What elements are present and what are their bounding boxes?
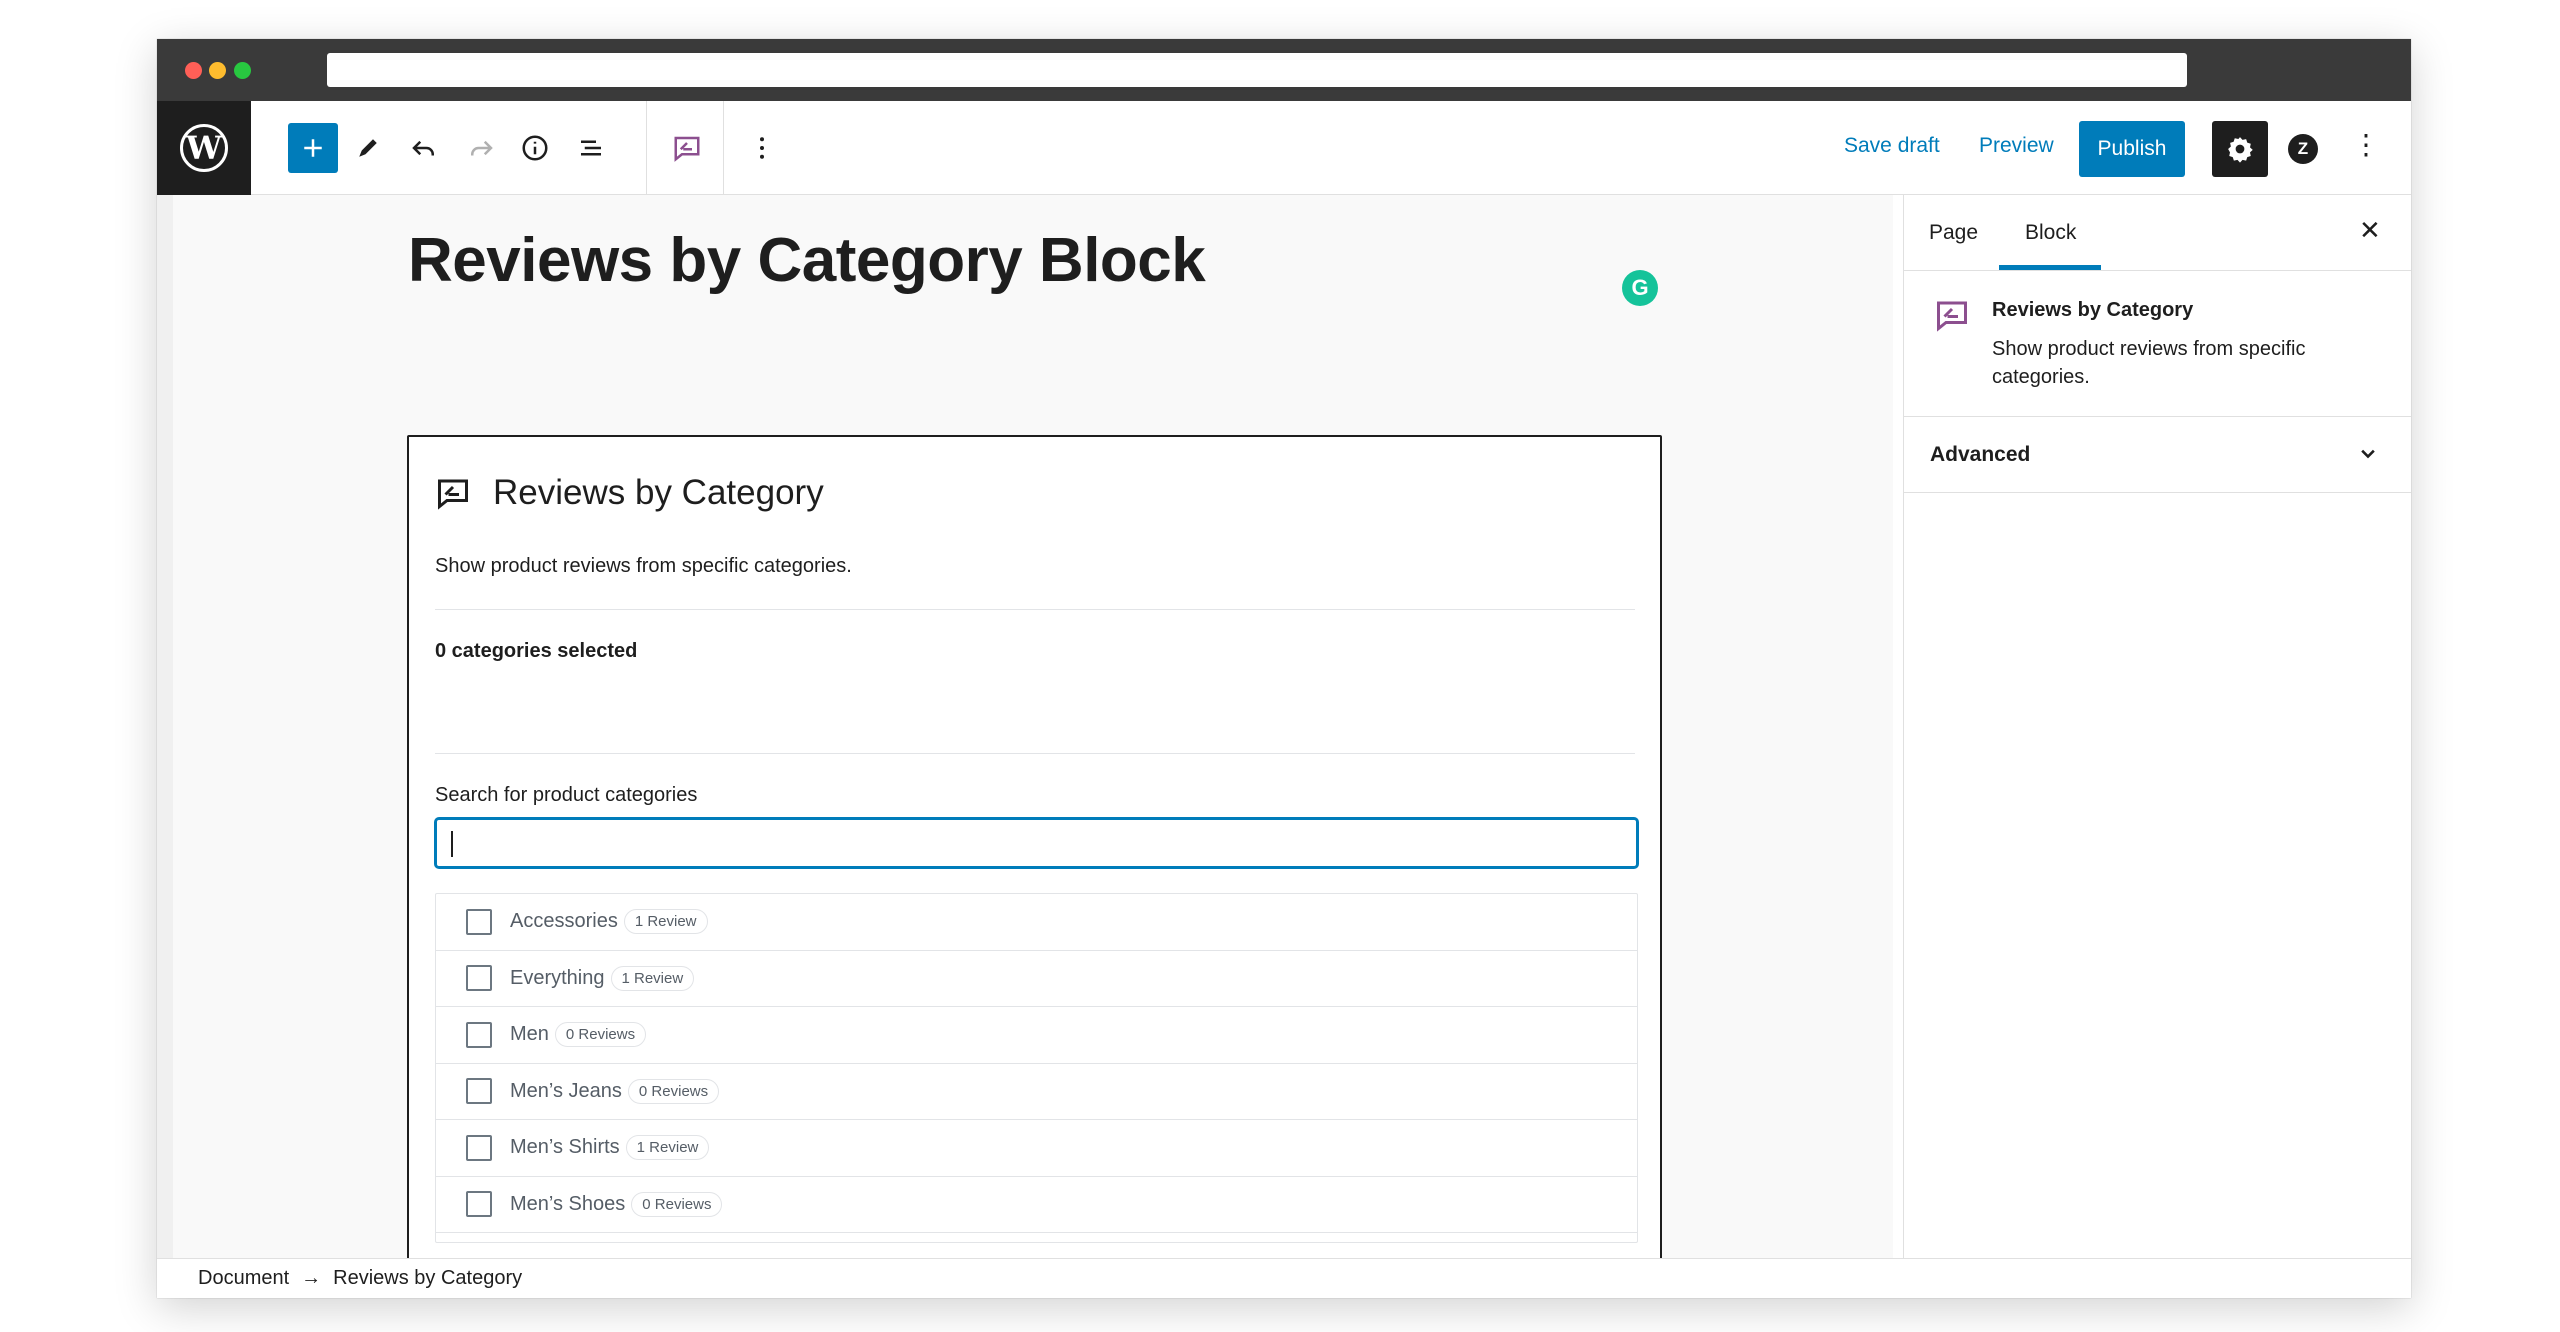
review-count-badge: 1 Review (623, 909, 708, 935)
review-block-icon (438, 479, 468, 510)
list-item[interactable]: Men 0 Reviews (436, 1007, 1637, 1064)
category-checkbox[interactable] (466, 1021, 492, 1048)
search-label: Search for product categories (435, 784, 698, 806)
category-name: Men’s Jeans (510, 1079, 622, 1102)
info-icon (522, 135, 548, 161)
post-title[interactable]: Reviews by Category Block (408, 225, 1206, 296)
breadcrumb-current[interactable]: Reviews by Category (333, 1267, 522, 1290)
minimize-window-button[interactable] (209, 62, 226, 79)
review-count-badge: 1 Review (625, 1135, 710, 1161)
category-list: Accessories 1 Review Everything 1 Review… (435, 893, 1638, 1243)
review-block-icon (1937, 301, 1967, 332)
block-title: Reviews by Category (493, 473, 824, 512)
divider (435, 753, 1635, 754)
breadcrumb-root[interactable]: Document (198, 1267, 289, 1290)
block-card-description: Show product reviews from specific categ… (1992, 338, 2306, 388)
address-bar[interactable] (327, 53, 2187, 87)
publish-button[interactable]: Publish (2079, 121, 2185, 177)
block-card: Reviews by Category Show product reviews… (1904, 271, 2411, 417)
settings-sidebar: Page Block ✕ Reviews by Category Show pr… (1903, 195, 2411, 1258)
toolbar-divider (646, 101, 647, 195)
plus-icon (304, 139, 322, 157)
sidebar-tabs: Page Block ✕ (1904, 195, 2411, 271)
review-count-badge: 0 Reviews (627, 1078, 720, 1104)
save-draft-button[interactable]: Save draft (1844, 134, 1940, 158)
text-cursor (451, 831, 453, 857)
review-count-badge: 0 Reviews (631, 1191, 723, 1217)
gear-icon (2228, 137, 2253, 163)
category-checkbox[interactable] (466, 1134, 492, 1161)
tab-block[interactable]: Block (2025, 221, 2076, 245)
editor-toolbar: W Save draft Preview Publish Z ⋮ (157, 101, 2411, 195)
block-header: Reviews by Category (435, 473, 824, 513)
block-card-title: Reviews by Category (1992, 299, 2194, 321)
category-name: Men’s Shirts (510, 1136, 620, 1159)
redo-icon (471, 140, 493, 156)
close-icon[interactable]: ✕ (2359, 215, 2381, 246)
active-tab-indicator (1999, 265, 2101, 270)
editor-canvas: Reviews by Category Block G Reviews by C… (173, 195, 1893, 1258)
block-description: Show product reviews from specific categ… (435, 555, 852, 577)
category-name: Men (510, 1023, 549, 1046)
maximize-window-button[interactable] (234, 62, 251, 79)
category-checkbox[interactable] (466, 965, 492, 992)
arrow-right-icon: → (301, 1267, 322, 1289)
divider (435, 609, 1635, 610)
grammarly-icon[interactable]: G (1622, 270, 1658, 306)
more-options-button[interactable]: ⋮ (2352, 131, 2380, 159)
breadcrumb: Document → Reviews by Category (157, 1258, 2411, 1298)
details-button[interactable] (510, 123, 560, 173)
pencil-icon (359, 139, 377, 157)
chevron-down-icon (2361, 449, 2375, 459)
advanced-label: Advanced (1930, 443, 2031, 466)
list-item[interactable]: Accessories 1 Review (436, 894, 1637, 951)
tools-button[interactable] (343, 123, 393, 173)
list-item[interactable]: Men’s Shoes 0 Reviews (436, 1177, 1637, 1233)
toolbar-divider (723, 101, 724, 195)
list-view-icon (581, 140, 601, 156)
category-name: Accessories (510, 910, 618, 933)
browser-window: W Save draft Preview Publish Z ⋮ Reviews… (157, 39, 2411, 1298)
review-count-badge: 1 Review (610, 965, 695, 991)
block-type-button[interactable] (662, 123, 712, 173)
plugin-logo-icon: Z (2297, 139, 2309, 158)
category-search-input[interactable] (435, 818, 1638, 868)
vertical-dots-icon (760, 137, 764, 159)
list-view-button[interactable] (566, 123, 616, 173)
category-checkbox[interactable] (466, 1078, 492, 1105)
redo-button[interactable] (456, 123, 506, 173)
wordpress-logo-button[interactable]: W (157, 101, 251, 195)
category-name: Everything (510, 966, 605, 989)
reviews-by-category-block[interactable]: Reviews by Category Show product reviews… (407, 435, 1662, 1258)
list-item[interactable]: Men’s Shirts 1 Review (436, 1120, 1637, 1177)
advanced-panel-toggle[interactable]: Advanced (1904, 417, 2411, 493)
selected-count: 0 categories selected (435, 640, 638, 662)
list-item[interactable]: Men’s Jeans 0 Reviews (436, 1064, 1637, 1120)
close-window-button[interactable] (185, 62, 202, 79)
list-item[interactable]: Everything 1 Review (436, 951, 1637, 1007)
browser-titlebar (157, 39, 2411, 101)
add-block-button[interactable] (288, 123, 338, 173)
tab-page[interactable]: Page (1929, 221, 1978, 245)
category-checkbox[interactable] (466, 908, 492, 935)
wordpress-icon: W (180, 124, 228, 172)
review-count-badge: 0 Reviews (554, 1022, 647, 1048)
category-checkbox[interactable] (466, 1191, 492, 1218)
preview-button[interactable]: Preview (1979, 134, 2054, 158)
category-name: Men’s Shoes (510, 1192, 626, 1215)
undo-icon (412, 140, 434, 156)
canvas-edge (157, 195, 173, 1258)
plugin-button[interactable]: Z (2288, 134, 2318, 164)
undo-button[interactable] (399, 123, 449, 173)
block-options-button[interactable] (737, 123, 787, 173)
review-block-icon (674, 136, 700, 162)
settings-button[interactable] (2212, 121, 2268, 177)
